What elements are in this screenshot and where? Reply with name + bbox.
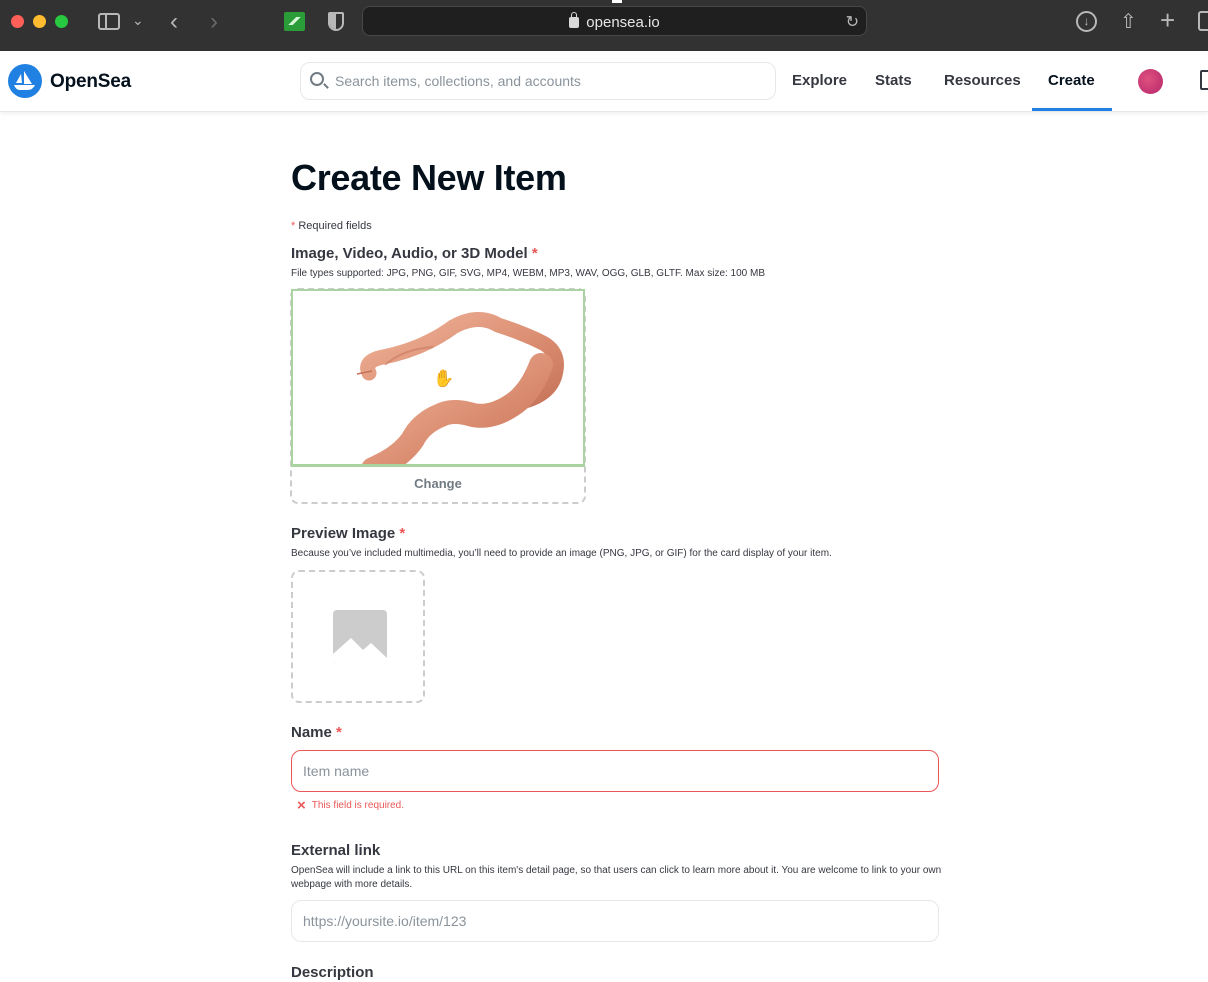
preview-image-label: Preview Image * bbox=[291, 525, 405, 542]
search-bar[interactable] bbox=[300, 62, 776, 100]
close-window-button[interactable] bbox=[11, 15, 24, 28]
grab-cursor-icon: ✋ bbox=[433, 369, 455, 388]
name-label-text: Name bbox=[291, 724, 332, 741]
opensea-logo-icon[interactable] bbox=[8, 64, 42, 98]
new-tab-icon[interactable]: + bbox=[1160, 5, 1175, 36]
page-title: Create New Item bbox=[291, 157, 567, 198]
nav-create[interactable]: Create bbox=[1048, 72, 1095, 89]
address-text: opensea.io bbox=[363, 12, 866, 31]
nav-resources[interactable]: Resources bbox=[944, 72, 1021, 89]
error-x-icon: × bbox=[297, 797, 306, 814]
nav-explore[interactable]: Explore bbox=[792, 72, 847, 89]
change-media-button[interactable]: Change bbox=[291, 476, 585, 491]
sidebar-toggle-icon[interactable] bbox=[98, 13, 120, 30]
wallet-icon[interactable] bbox=[1200, 70, 1208, 90]
share-icon[interactable]: ⇧ bbox=[1120, 9, 1137, 34]
back-arrow-icon[interactable]: ‹ bbox=[170, 8, 178, 36]
address-bar[interactable]: opensea.io ↻ bbox=[362, 6, 867, 36]
site-header: OpenSea Explore Stats Resources Create bbox=[0, 51, 1208, 112]
required-note-text: Required fields bbox=[298, 220, 372, 232]
external-link-hint: OpenSea will include a link to this URL … bbox=[291, 865, 942, 890]
zoom-window-button[interactable] bbox=[55, 15, 68, 28]
search-icon bbox=[310, 72, 324, 86]
preview-image-upload[interactable] bbox=[291, 570, 425, 703]
extension-icon[interactable] bbox=[284, 12, 305, 31]
item-name-input[interactable] bbox=[291, 750, 939, 792]
lock-icon bbox=[569, 12, 580, 28]
external-link-input[interactable] bbox=[291, 900, 939, 942]
media-hint: File types supported: JPG, PNG, GIF, SVG… bbox=[291, 268, 766, 279]
forward-arrow-icon[interactable]: › bbox=[210, 8, 218, 36]
required-asterisk: * bbox=[336, 724, 342, 741]
description-label: Description bbox=[291, 964, 374, 981]
nav-stats[interactable]: Stats bbox=[875, 72, 912, 89]
minimize-window-button[interactable] bbox=[33, 15, 46, 28]
browser-toolbar: ⌄ ‹ › opensea.io ↻ ↓ ⇧ + bbox=[0, 0, 1208, 51]
search-input[interactable] bbox=[335, 63, 765, 99]
active-nav-indicator bbox=[1032, 108, 1112, 111]
preview-image-hint: Because you’ve included multimedia, you’… bbox=[291, 548, 832, 559]
name-label: Name * bbox=[291, 724, 342, 741]
preview-image-label-text: Preview Image bbox=[291, 525, 396, 542]
url-label: opensea.io bbox=[586, 14, 660, 31]
reload-icon[interactable]: ↻ bbox=[846, 12, 859, 32]
required-asterisk: * bbox=[531, 245, 538, 262]
toolbar-notch bbox=[612, 0, 622, 3]
chevron-down-icon[interactable]: ⌄ bbox=[132, 12, 144, 29]
name-error-text: This field is required. bbox=[311, 800, 405, 811]
name-error-message: × This field is required. bbox=[297, 797, 405, 814]
media-label: Image, Video, Audio, or 3D Model * bbox=[291, 245, 538, 262]
external-link-label: External link bbox=[291, 842, 381, 859]
tab-overview-icon[interactable] bbox=[1198, 11, 1208, 31]
privacy-shield-icon[interactable] bbox=[328, 12, 344, 31]
download-icon[interactable]: ↓ bbox=[1076, 11, 1097, 32]
required-fields-note: * Required fields bbox=[291, 220, 372, 232]
profile-avatar[interactable] bbox=[1138, 69, 1163, 94]
brand-name[interactable]: OpenSea bbox=[50, 71, 131, 93]
required-asterisk: * bbox=[291, 220, 296, 232]
image-placeholder-icon bbox=[333, 610, 387, 664]
required-asterisk: * bbox=[399, 525, 406, 542]
media-label-text: Image, Video, Audio, or 3D Model bbox=[291, 245, 528, 262]
